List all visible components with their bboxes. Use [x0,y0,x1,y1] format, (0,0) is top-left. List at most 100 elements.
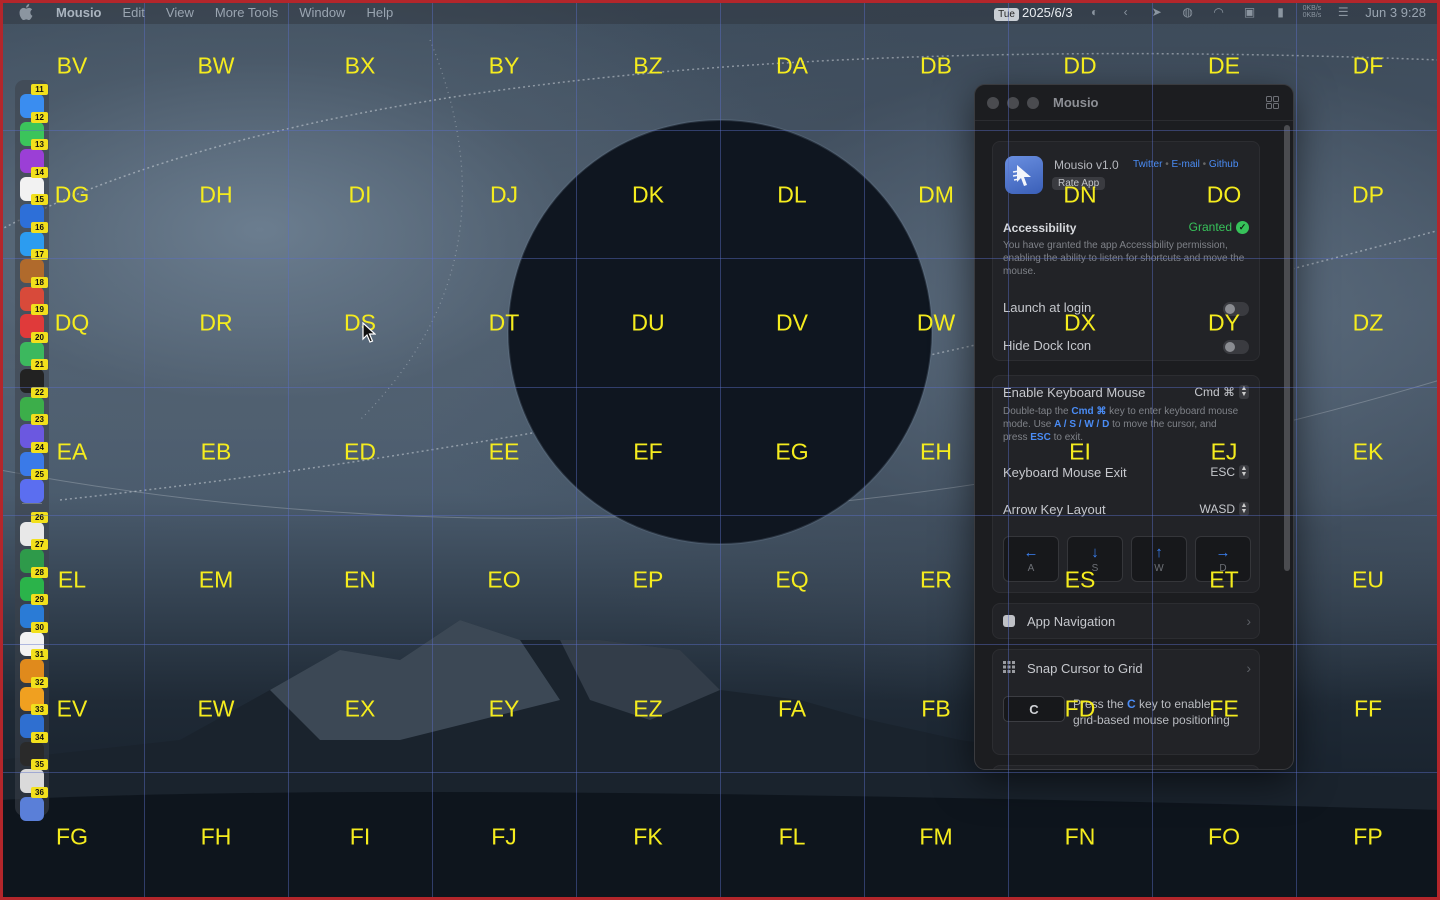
input-method-icon[interactable]: ▣ [1241,5,1259,19]
mousio-app-icon [1005,156,1043,194]
snap-key[interactable]: C [1003,696,1065,722]
dock-app-icon[interactable] [20,796,44,821]
status-circle-icon[interactable]: ◐ [1086,5,1104,19]
dock-shortcut-badge: 21 [31,359,48,370]
arrow-right-icon: → [1215,543,1231,561]
menu-app-name[interactable]: Mousio [56,5,102,20]
menu-window[interactable]: Window [299,5,345,20]
link-separator: • [1199,159,1209,170]
dock-shortcut-badge: 11 [31,84,48,95]
mousio-window: Mousio Mousio v1.0 Twitter • E-mail • Gi… [974,84,1294,770]
snap-cursor-label: Snap Cursor to Grid [1027,660,1143,676]
hide-dock-icon-label: Hide Dock Icon [1003,338,1092,353]
cursor-status-icon[interactable]: ➤ [1148,5,1166,19]
grid-layout-icon[interactable] [1266,96,1279,109]
zoom-button[interactable] [1027,96,1039,109]
dock-shortcut-badge: 31 [31,649,48,660]
keyboard-mouse-key-value: Cmd ⌘ [1194,385,1235,399]
arrow-up-icon: ↑ [1155,543,1163,561]
control-center-icon[interactable]: ☰ [1334,5,1352,19]
social-links: Twitter • E-mail • Github [1133,159,1238,170]
keyboard-mouse-exit-select[interactable]: ESC ▲ ▼ [1210,465,1249,479]
desc-key-highlight: Cmd ⌘ [1071,406,1107,417]
grid-icon [1003,660,1015,676]
dock-shortcut-badge: 30 [31,621,48,633]
arrow-left-icon: ← [1023,543,1039,561]
key-right: → D [1195,536,1251,582]
desc-text: Press the [1073,697,1128,711]
enable-keyboard-mouse-label: Enable Keyboard Mouse [1003,385,1146,400]
dock-shortcut-badge: 18 [31,276,48,288]
snap-description: Press the C key to enable grid-based mou… [1073,696,1233,728]
snap-to-grid-card: Snap Cursor to Grid › C Press the C key … [992,649,1260,755]
menu-more-tools[interactable]: More Tools [215,5,278,20]
accessibility-description: You have granted the app Accessibility p… [1003,240,1245,277]
updown-chevron-icon: ▲ ▼ [1239,502,1249,516]
rate-app-button[interactable]: Rate App [1052,177,1106,190]
dock-shortcut-badge: 26 [31,511,48,523]
desc-text: Double-tap the [1003,406,1072,417]
scrollbar[interactable] [1284,125,1290,571]
close-button[interactable] [987,96,999,109]
snap-cursor-row[interactable]: Snap Cursor to Grid › [1003,660,1251,676]
dock-shortcut-badge: 16 [31,221,48,233]
key-label: S [1091,562,1099,574]
menu-edit[interactable]: Edit [123,5,145,20]
email-link[interactable]: E-mail [1172,159,1200,170]
apple-logo-icon[interactable] [18,4,34,20]
dock-shortcut-badge: 20 [31,331,48,343]
github-link[interactable]: Github [1209,159,1238,170]
dock-separator [22,502,42,504]
layout-value: WASD [1199,502,1235,516]
updown-chevron-icon: ▲ ▼ [1239,465,1249,479]
accessibility-title: Accessibility [1003,221,1077,235]
wifi-icon[interactable]: ◠ [1210,5,1228,19]
menu-help[interactable]: Help [366,5,393,20]
next-section-card [992,765,1260,769]
app-version: Mousio v1.0 [1054,158,1119,172]
dock-shortcut-badge: 22 [31,386,48,398]
accessibility-status: Granted ✓ [1189,220,1249,234]
dock-shortcut-badge: 36 [31,786,48,798]
desc-text: to exit. [1050,432,1084,443]
dock-shortcut-badge: 15 [31,194,48,205]
launch-at-login-toggle[interactable] [1223,302,1249,316]
hide-dock-icon-toggle[interactable] [1223,340,1249,354]
arrow-key-preview: ← A ↓ S ↑ W → D [1003,536,1251,582]
dock-shortcut-badge: 12 [31,111,48,123]
extension-icon[interactable]: ▮ [1272,5,1290,19]
dock-shortcut-badge: 33 [31,704,48,715]
menubar-date[interactable]: Tue 2025/6/3 [994,5,1073,21]
wechat-icon[interactable]: ◍ [1179,5,1197,19]
minimize-button[interactable] [1007,96,1019,109]
mouse-cursor-icon [362,321,377,349]
app-navigation-label: App Navigation [1027,613,1116,629]
chevron-left-icon[interactable]: ‹ [1117,5,1135,19]
keyboard-mouse-description: Double-tap the Cmd ⌘ key to enter keyboa… [1003,405,1243,444]
keyboard-mouse-key-select[interactable]: Cmd ⌘ ▲ ▼ [1194,385,1249,399]
dock-shortcut-badge: 35 [31,759,48,770]
arrow-key-layout-select[interactable]: WASD ▲ ▼ [1199,502,1249,516]
app-navigation-row[interactable]: App Navigation › [992,603,1260,639]
network-speed: 0KB/s 0KB/s [1303,5,1322,19]
menu-bar: Mousio Edit View More Tools Window Help … [0,0,1440,24]
dock-shortcut-badge: 23 [31,414,48,425]
menu-view[interactable]: View [166,5,194,20]
granted-label: Granted [1188,220,1232,234]
updown-chevron-icon: ▲ ▼ [1239,385,1249,399]
dock-app-icon[interactable] [20,479,44,503]
menubar-clock[interactable]: Jun 3 9:28 [1365,5,1426,20]
twitter-link[interactable]: Twitter [1133,159,1162,170]
dock-shortcut-badge: 13 [31,139,48,150]
window-title: Mousio [1053,95,1099,110]
dock-shortcut-badge: 25 [31,469,48,480]
desc-esc-highlight: ESC [1030,432,1051,443]
key-up: ↑ W [1131,536,1187,582]
window-titlebar[interactable]: Mousio [975,85,1293,121]
dock-shortcut-badge: 27 [31,539,48,550]
dock-shortcut-badge: 28 [31,566,48,578]
key-label: A [1027,562,1035,574]
net-up: 0KB/s [1302,5,1322,12]
exit-key-value: ESC [1210,465,1235,479]
dock-shortcut-badge: 19 [31,304,48,315]
